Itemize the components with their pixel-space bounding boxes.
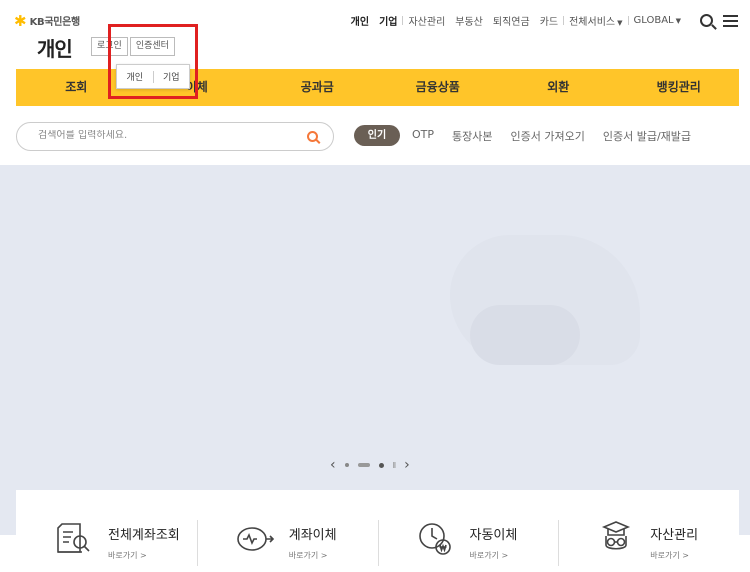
quick-shortcut: 바로가기 > [288, 551, 328, 560]
account-inquiry-icon [57, 523, 90, 553]
keyword-bankbook-copy[interactable]: 통장사본 [452, 128, 492, 144]
quick-title: 계좌이체 [288, 528, 337, 543]
search-box [16, 122, 334, 151]
util-pension[interactable]: 퇴직연금 [488, 13, 535, 28]
util-global[interactable]: GLOBAL ▼ [629, 15, 687, 26]
quick-shortcut: 바로가기 > [108, 551, 147, 560]
nav-foreign-exchange[interactable]: 외환 [498, 69, 619, 106]
nav-financial-products[interactable]: 금융상품 [378, 69, 499, 106]
slider-controls: ‹ ll › [330, 457, 410, 473]
kb-star-icon: ✱ [14, 11, 27, 30]
transfer-icon [236, 527, 274, 551]
global-label: GLOBAL [633, 15, 674, 26]
quick-title: 전체계좌조회 [108, 528, 180, 543]
page-title: 개인 [37, 37, 73, 61]
popular-badge: 인기 [354, 125, 400, 146]
search-input[interactable] [38, 130, 298, 141]
popular-keywords: OTP 통장사본 인증서 가져오기 인증서 발급/재발급 [412, 128, 709, 144]
cert-center-dropdown: 개인 기업 [116, 64, 190, 89]
quick-shortcut: 바로가기 > [650, 551, 689, 560]
quick-shortcut: 바로가기 > [469, 551, 509, 560]
util-card[interactable]: 카드 [535, 13, 563, 28]
quick-all-accounts[interactable]: 전체계좌조회 바로가기 > [16, 518, 197, 572]
chevron-left-icon[interactable]: ‹ [330, 457, 336, 473]
util-personal[interactable]: 개인 [346, 13, 374, 28]
slider-dot[interactable] [378, 462, 384, 468]
dropdown-business[interactable]: 기업 [154, 70, 190, 83]
logo-text: KB국민은행 [29, 17, 81, 28]
keyword-import-cert[interactable]: 인증서 가져오기 [511, 128, 585, 144]
pause-icon[interactable]: ll [393, 461, 397, 470]
caret-down-icon: ▼ [675, 17, 681, 25]
quick-asset-management[interactable]: 자산관리 바로가기 > [558, 518, 739, 572]
hamburger-menu-icon[interactable] [723, 14, 738, 27]
top-utility-nav: 개인 기업 자산관리 부동산 퇴직연금 카드 전체서비스 ▼ GLOBAL ▼ [346, 13, 738, 28]
auto-transfer-icon [418, 523, 451, 555]
keyword-otp[interactable]: OTP [412, 128, 434, 144]
nav-banking-management[interactable]: 뱅킹관리 [619, 69, 740, 106]
util-realestate[interactable]: 부동산 [450, 13, 488, 28]
quick-title: 자동이체 [469, 528, 518, 543]
slider-dot[interactable] [344, 463, 349, 467]
slider-dot-active[interactable] [357, 463, 370, 467]
main-banner[interactable]: ‹ ll › [0, 165, 750, 535]
util-business[interactable]: 기업 [374, 13, 402, 28]
all-services-label: 전체서비스 [569, 17, 616, 28]
nav-utility-bills[interactable]: 공과금 [257, 69, 378, 106]
quick-auto-transfer[interactable]: 자동이체 바로가기 > [377, 518, 559, 572]
kb-logo[interactable]: ✱ KB국민은행 [14, 13, 80, 28]
login-button[interactable]: 로그인 [91, 37, 128, 56]
chevron-right-icon[interactable]: › [404, 457, 410, 473]
search-icon[interactable] [307, 131, 318, 142]
auth-buttons: 로그인 인증센터 [91, 37, 175, 56]
search-icon[interactable] [700, 14, 713, 27]
banner-decoration [470, 305, 580, 365]
dropdown-personal[interactable]: 개인 [117, 70, 153, 83]
quick-links: 전체계좌조회 바로가기 > 계좌이체 바로가기 > 자동이체 바로가기 > 자산… [16, 490, 739, 572]
quick-title: 자산관리 [650, 528, 699, 543]
util-all-services[interactable]: 전체서비스 ▼ [564, 13, 627, 28]
graduation-advisor-icon [602, 521, 631, 550]
cert-center-button[interactable]: 인증센터 [129, 37, 175, 56]
quick-transfer[interactable]: 계좌이체 바로가기 > [196, 518, 378, 572]
util-asset[interactable]: 자산관리 [403, 13, 450, 28]
caret-down-icon: ▼ [617, 19, 623, 27]
keyword-issue-cert[interactable]: 인증서 발급/재발급 [603, 128, 691, 144]
